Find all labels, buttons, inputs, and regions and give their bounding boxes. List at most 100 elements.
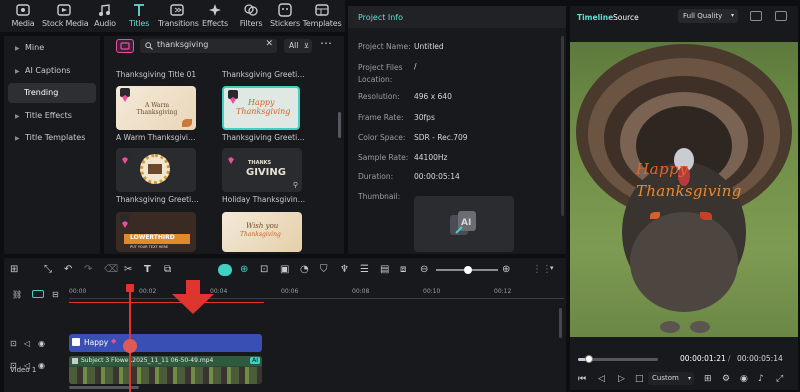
clear-search-icon[interactable]: ✕ — [265, 39, 273, 49]
tracks-icon[interactable]: ▤ — [380, 264, 392, 276]
settings-icon[interactable]: ⚙ — [722, 374, 730, 384]
ruler-tick: 00:08 — [352, 288, 370, 295]
play-icon[interactable]: ▷ — [618, 374, 625, 384]
step-back-icon[interactable]: ⏮ — [578, 374, 586, 384]
title-card-happy-thanksgiving[interactable]: Happy Thanksgiving — [222, 86, 300, 130]
export-frame-icon[interactable]: ⧈ — [400, 264, 412, 276]
title-card-lowerthird[interactable]: LOWERTHIRD PUT YOUR TEXT HERE — [116, 212, 196, 252]
ai-tool-icon[interactable]: ⊡ — [260, 264, 272, 276]
sidebar-item-title-effects[interactable]: ▶ Title Effects — [8, 106, 96, 126]
lock-track-icon[interactable]: ⊡ — [10, 339, 17, 348]
auto-ripple-icon[interactable] — [32, 290, 44, 298]
premium-filter-button[interactable] — [116, 39, 134, 53]
visibility-icon[interactable]: ◉ — [38, 361, 45, 370]
ruler-tick: 00:06 — [281, 288, 299, 295]
more-chevron-icon[interactable]: ▾ — [550, 264, 562, 276]
crop-icon[interactable]: ⧉ — [164, 264, 176, 276]
zoom-label: Custom — [652, 374, 679, 382]
tab-source-preview[interactable]: Source — [613, 13, 639, 22]
grid-layout-icon[interactable]: ⊞ — [10, 264, 22, 276]
add-marker-icon[interactable]: ⊞ — [704, 374, 712, 384]
title-overlay-thanksgiving[interactable]: Thanksgiving — [636, 182, 742, 200]
title-card-wish-thanksgiving[interactable]: Wish you Thanksgiving — [222, 212, 302, 252]
stop-icon[interactable]: □ — [635, 374, 644, 384]
leaf-decoration — [650, 212, 660, 219]
tab-effects[interactable]: Effects — [196, 3, 234, 31]
tab-label: Effects — [202, 19, 228, 28]
zoom-out-icon[interactable]: ⊖ — [420, 264, 432, 276]
visibility-icon[interactable]: ◉ — [38, 339, 45, 348]
tab-filters[interactable]: Filters — [232, 3, 270, 31]
mute-track-icon[interactable]: ◁ — [24, 339, 30, 348]
tab-audio[interactable]: Audio — [86, 3, 124, 31]
titles-library: thanksgiving ✕ All ⊻ ⋯ Thanksgiving Titl… — [104, 36, 344, 254]
camera-icon[interactable]: ◉ — [740, 374, 748, 384]
video-preview[interactable]: Happy Thanksgiving — [570, 42, 798, 337]
shield-icon[interactable]: ⛉ — [320, 264, 332, 276]
tab-transitions[interactable]: Transitions — [158, 3, 199, 31]
mixer-icon[interactable]: ☰ — [360, 264, 372, 276]
fullscreen-icon[interactable]: ⤢ — [776, 374, 783, 384]
search-input[interactable]: thanksgiving — [157, 40, 208, 49]
sidebar-item-mine[interactable]: ▶ Mine — [8, 38, 96, 58]
title-clip[interactable]: Happy ◆ — [69, 334, 262, 352]
audio-volume-icon[interactable]: ♪ — [758, 374, 764, 384]
timeline-vscrollbar[interactable] — [559, 308, 562, 338]
zoom-slider-knob[interactable] — [464, 266, 472, 274]
mic-icon[interactable]: ♆ — [340, 264, 352, 276]
quality-dropdown[interactable]: Full Quality ▾ — [678, 9, 738, 23]
sidebar-item-title-templates[interactable]: ▶ Title Templates — [8, 128, 96, 148]
download-icon[interactable]: ⚲ — [293, 181, 298, 189]
video-clip-icon — [72, 358, 78, 364]
snapshot-icon[interactable] — [750, 11, 762, 21]
chevron-down-icon: ▾ — [687, 375, 691, 382]
split-icon[interactable]: ✂ — [124, 264, 136, 276]
video-clip[interactable]: Subject 3 Flowe..2025_11_11 06-50-49.mp4… — [69, 356, 262, 384]
search-field[interactable]: thanksgiving ✕ — [140, 39, 277, 53]
text-tool-icon[interactable]: T — [144, 264, 156, 276]
playback-scrubber[interactable] — [585, 355, 594, 363]
title-card-greeting-frame[interactable] — [116, 148, 196, 192]
select-tool-icon[interactable]: ⤡ — [44, 264, 56, 276]
playhead[interactable] — [123, 284, 137, 392]
effects-icon — [209, 4, 221, 16]
chevron-down-icon: ▾ — [730, 12, 734, 19]
image-tool-icon[interactable]: ▣ — [280, 264, 292, 276]
tab-titles[interactable]: Titles — [120, 3, 158, 31]
search-icon — [145, 42, 153, 50]
time-separator: / — [728, 354, 731, 363]
playhead-handle[interactable] — [126, 284, 134, 292]
frame-back-icon[interactable]: ◁ — [598, 374, 605, 384]
magnetic-snap-toggle[interactable] — [218, 264, 232, 276]
title-card-warm-thanksgiving[interactable]: A Warm Thanksgiving — [116, 86, 196, 130]
marker-icon[interactable]: ⊕ — [240, 264, 252, 276]
track-add-icon[interactable]: ⊟ — [52, 290, 59, 299]
more-options-icon[interactable]: ⋯ — [320, 36, 332, 50]
tab-templates[interactable]: Templates — [302, 3, 342, 31]
zoom-in-icon[interactable]: ⊕ — [502, 264, 514, 276]
ruler-tick: 00:00 — [69, 288, 87, 295]
ruler-tick: 00:12 — [494, 288, 512, 295]
title-card-thanks-giving[interactable]: THANKS GIVING ⚲ — [222, 148, 302, 192]
tab-stock-media[interactable]: Stock Media — [42, 3, 89, 31]
zoom-dropdown[interactable]: Custom ▾ — [648, 372, 694, 385]
library-scrollbar[interactable] — [338, 112, 341, 138]
tab-stickers[interactable]: Stickers — [266, 3, 304, 31]
sidebar-item-trending[interactable]: Trending — [8, 83, 96, 103]
tab-media[interactable]: Media — [4, 3, 42, 31]
tab-timeline-preview[interactable]: Timeline — [577, 13, 613, 22]
speed-icon[interactable]: ◔ — [300, 264, 312, 276]
zoom-slider[interactable] — [436, 266, 498, 274]
redo-icon[interactable]: ↷ — [84, 264, 96, 276]
title-overlay-happy[interactable]: Happy — [636, 160, 688, 178]
layout-icon[interactable] — [775, 11, 787, 21]
sidebar-item-ai-captions[interactable]: ▶ AI Captions — [8, 61, 96, 81]
thumbnail-placeholder[interactable]: AI — [414, 196, 514, 252]
track-layout-icon[interactable]: ⋮⋮ — [532, 264, 552, 276]
filter-dropdown[interactable]: All ⊻ — [284, 39, 312, 53]
undo-icon[interactable]: ↶ — [64, 264, 76, 276]
link-icon[interactable]: ⛓ — [12, 290, 22, 299]
info-scrollbar[interactable] — [561, 36, 564, 216]
playback-progress-track[interactable] — [578, 355, 658, 363]
delete-icon[interactable]: ⌫ — [104, 264, 118, 276]
